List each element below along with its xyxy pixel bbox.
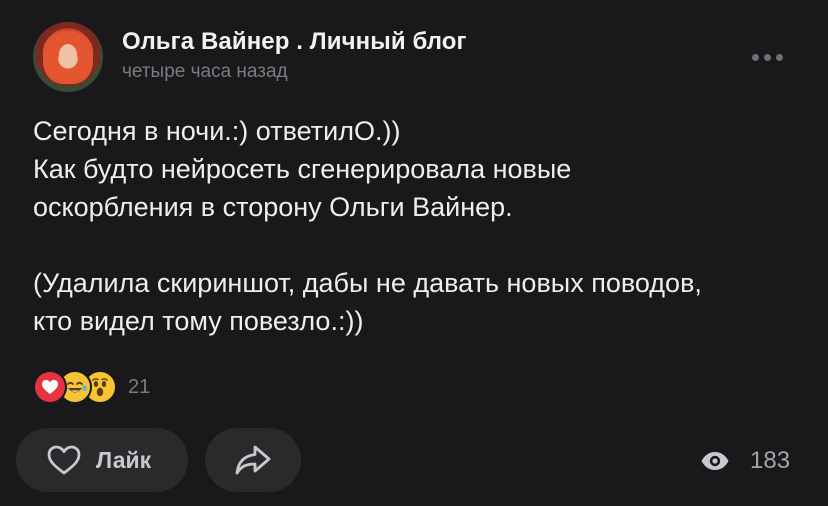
- heart-outline-icon: [47, 445, 81, 475]
- heart-icon: [33, 370, 67, 404]
- post-timestamp: четыре часа назад: [122, 61, 288, 82]
- share-arrow-icon: [235, 445, 271, 475]
- views-count: 183: [750, 447, 791, 474]
- avatar-face: [59, 44, 77, 66]
- reaction-count: 21: [128, 375, 151, 398]
- share-button[interactable]: [205, 428, 301, 492]
- post-paragraph-2: (Удалила скириншот, дабы не давать новых…: [33, 268, 702, 336]
- more-dot-icon: [776, 53, 783, 61]
- post-body: Сегодня в ночи.:) ответилО.)) Как будто …: [33, 112, 803, 340]
- like-button[interactable]: Лайк: [16, 428, 188, 492]
- views-counter: 183: [700, 444, 790, 478]
- author-avatar[interactable]: [33, 22, 103, 92]
- like-label: Лайк: [96, 446, 152, 473]
- more-dot-icon: [764, 53, 771, 61]
- more-dot-icon: [752, 53, 759, 61]
- more-options-button[interactable]: [752, 50, 792, 64]
- eye-icon: [701, 452, 729, 470]
- post-paragraph-spacer: [33, 226, 803, 264]
- post-paragraph-1: Сегодня в ночи.:) ответилО.)) Как будто …: [33, 116, 572, 222]
- post-card: Ольга Вайнер . Личный блог четыре часа н…: [0, 0, 828, 506]
- author-name[interactable]: Ольга Вайнер . Личный блог: [122, 28, 467, 56]
- reactions-summary[interactable]: 21: [33, 370, 150, 404]
